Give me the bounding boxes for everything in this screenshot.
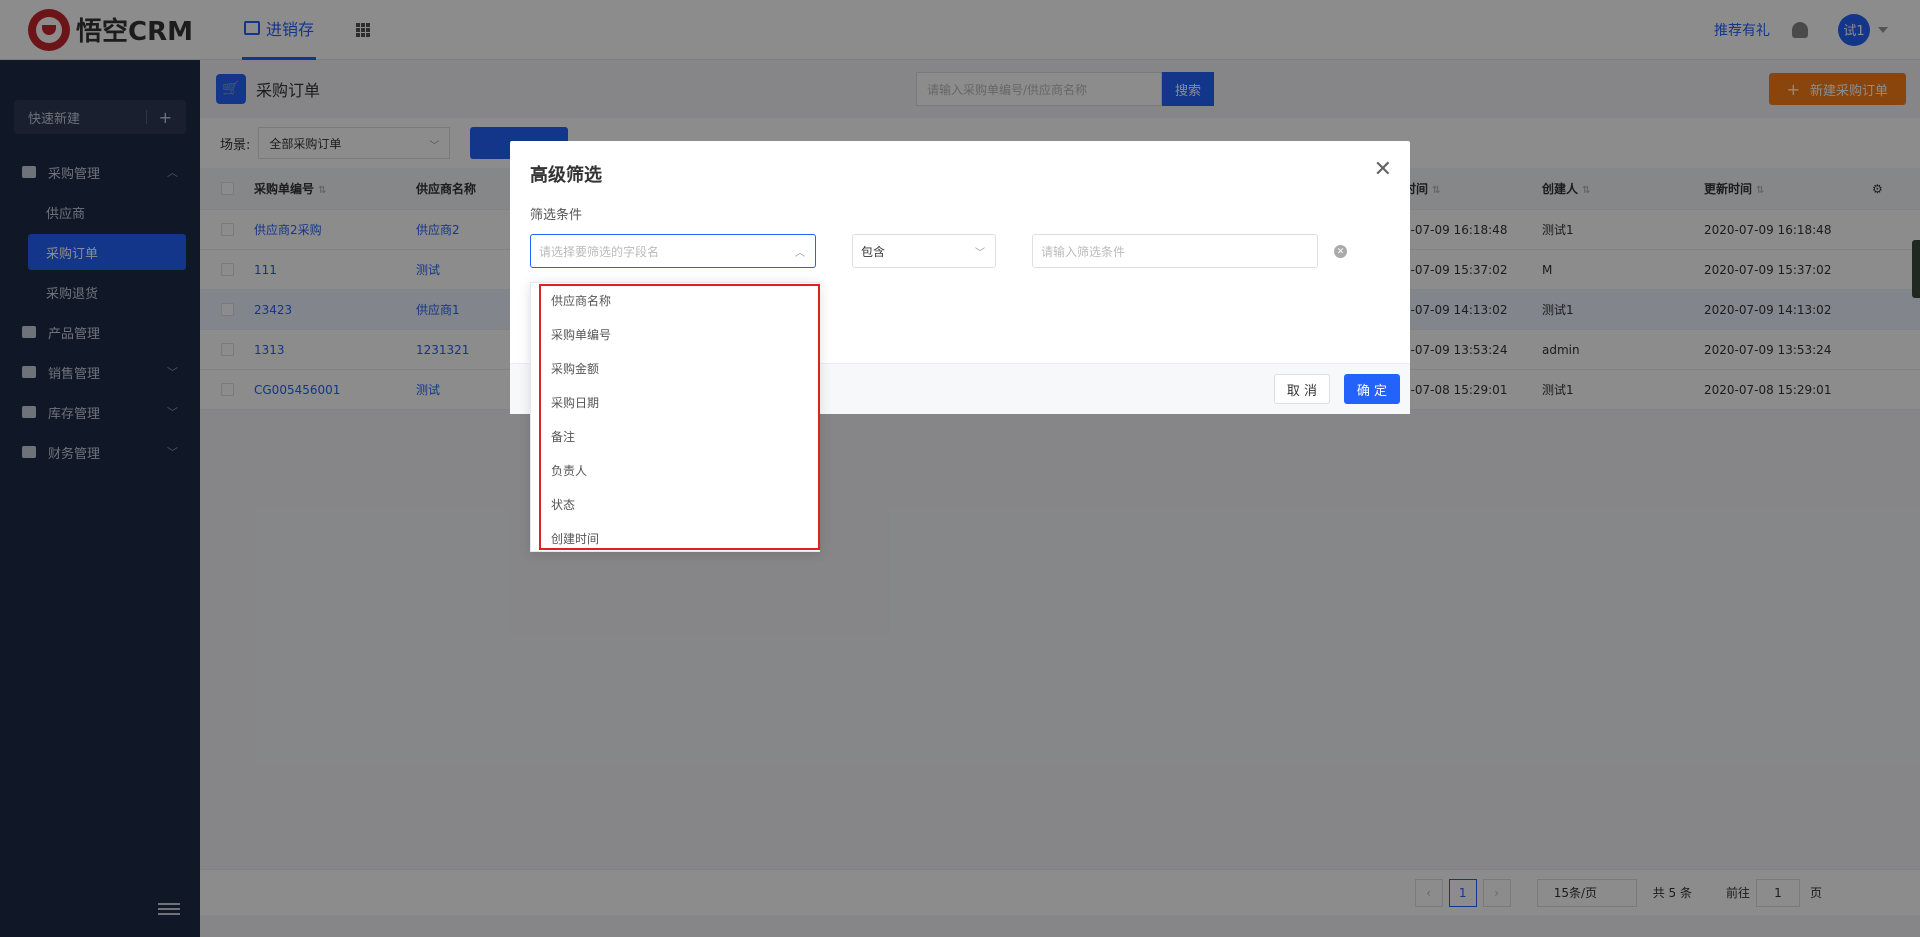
operator-value: 包含 bbox=[861, 244, 886, 259]
field-select-placeholder: 请选择要筛选的字段名 bbox=[539, 244, 660, 259]
operator-select[interactable]: 包含 ﹀ bbox=[852, 234, 996, 268]
filter-condition-label: 筛选条件 bbox=[530, 208, 583, 223]
dropdown-option[interactable]: 备注 bbox=[531, 419, 819, 453]
dropdown-option[interactable]: 采购单编号 bbox=[531, 317, 819, 351]
dropdown-option[interactable]: 负责人 bbox=[531, 453, 819, 487]
dropdown-option[interactable]: 供应商名称 bbox=[531, 283, 819, 317]
dropdown-option[interactable]: 状态 bbox=[531, 487, 819, 521]
cancel-button[interactable]: 取 消 bbox=[1274, 374, 1330, 404]
confirm-button[interactable]: 确 定 bbox=[1344, 374, 1400, 404]
dropdown-option[interactable]: 采购金额 bbox=[531, 351, 819, 385]
filter-value-input[interactable]: 请输入筛选条件 bbox=[1032, 234, 1318, 268]
chevron-up-icon: ︿ bbox=[795, 248, 805, 259]
dropdown-option[interactable]: 采购日期 bbox=[531, 385, 819, 419]
dropdown-option[interactable]: 创建时间 bbox=[531, 521, 819, 551]
remove-condition-icon[interactable]: ✕ bbox=[1334, 245, 1347, 258]
field-select[interactable]: 请选择要筛选的字段名 ︿ bbox=[530, 234, 816, 268]
chevron-down-icon: ﹀ bbox=[975, 248, 985, 259]
dialog-title: 高级筛选 bbox=[530, 165, 602, 186]
close-icon[interactable]: ✕ bbox=[1374, 159, 1392, 181]
field-dropdown: 供应商名称 采购单编号 采购金额 采购日期 备注 负责人 状态 创建时间 bbox=[530, 282, 820, 552]
